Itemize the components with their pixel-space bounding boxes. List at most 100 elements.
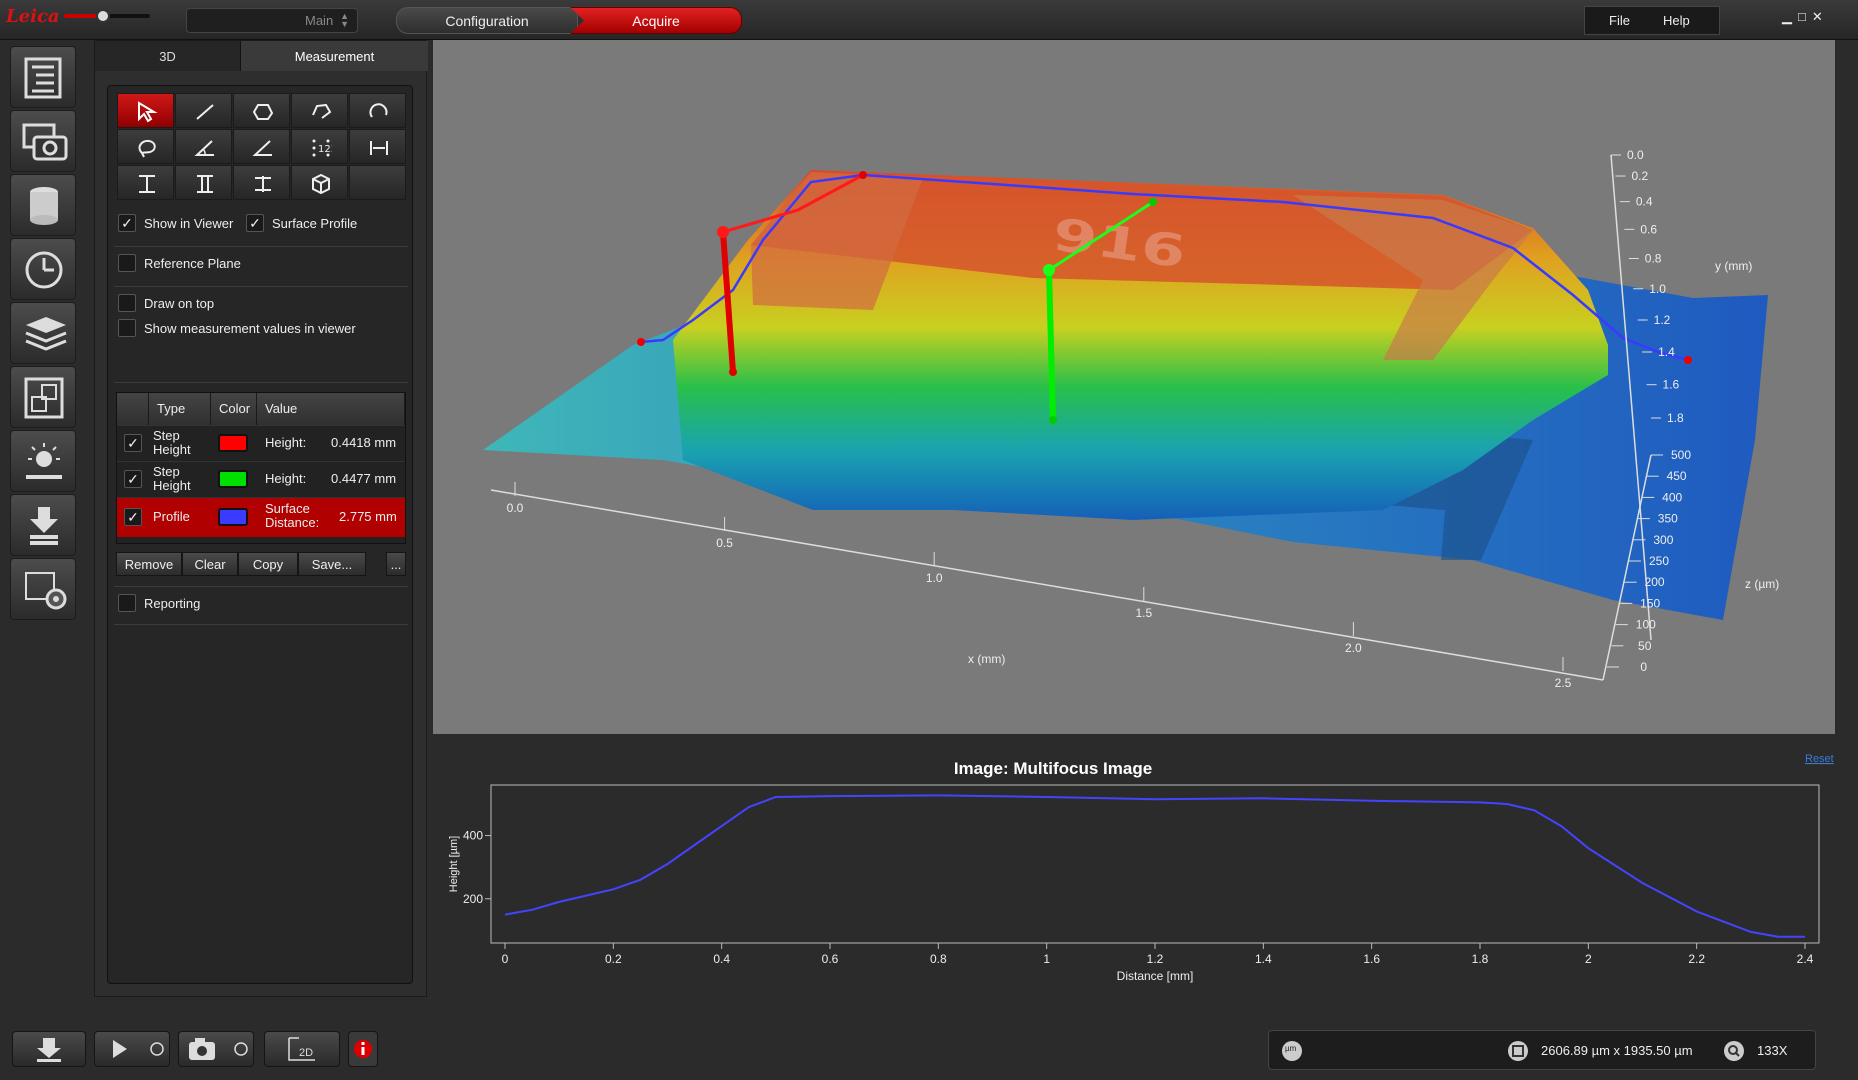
3d-viewer[interactable]: 916 0.0 0.5 1.0 1.5 2.0 2.5 0.0 0.2 0.4 0.6 0.8 1.… <box>433 40 1835 734</box>
table-header-type[interactable]: Type <box>149 393 211 425</box>
play-icon <box>113 1040 164 1058</box>
row-checkbox[interactable]: ✓ <box>124 470 142 488</box>
tool-line[interactable] <box>175 93 232 128</box>
workflow-configuration-button[interactable]: Configuration <box>396 7 578 34</box>
live-button[interactable] <box>94 1031 170 1067</box>
tool-angle-2[interactable] <box>233 129 290 164</box>
chart-x-tick-label: 1.8 <box>1472 952 1489 966</box>
tool-step-height-3[interactable] <box>233 165 290 200</box>
chart-x-tick-label: 0.2 <box>605 952 622 966</box>
snapshot-button[interactable] <box>178 1031 254 1067</box>
more-button[interactable]: ... <box>386 552 406 576</box>
show-values-checkbox[interactable] <box>118 319 136 337</box>
leica-logo: Leica <box>6 6 60 27</box>
tool-arc[interactable] <box>349 93 406 128</box>
rail-button-settings[interactable] <box>10 558 76 620</box>
divider <box>114 624 408 625</box>
remove-button[interactable]: Remove <box>116 552 182 576</box>
tool-point-count[interactable]: 123 <box>291 129 348 164</box>
draw-on-top-label: Draw on top <box>144 296 215 311</box>
tool-step-height[interactable] <box>117 165 174 200</box>
zoom-level: 133X <box>1757 1043 1788 1058</box>
step-height-red-point[interactable] <box>717 226 729 238</box>
tab-3d[interactable]: 3D <box>95 41 241 71</box>
step-height-green-point[interactable] <box>1043 264 1055 276</box>
tool-select[interactable] <box>117 93 174 128</box>
chart-x-tick-label: 0.4 <box>713 952 730 966</box>
draw-on-top-checkbox[interactable] <box>118 294 136 312</box>
step-height-green-point[interactable] <box>1049 416 1057 424</box>
rail-button-download[interactable] <box>10 494 76 556</box>
row-checkbox[interactable]: ✓ <box>124 508 142 526</box>
surface-profile-checkbox[interactable]: ✓ <box>246 214 264 232</box>
profile-endpoint[interactable] <box>1684 356 1692 364</box>
row-value: 0.4477 mm <box>331 471 397 486</box>
row-value-label: Surface Distance: <box>265 501 320 530</box>
chart-x-tick-label: 0 <box>502 952 509 966</box>
view-2d-button[interactable]: 2D <box>264 1031 340 1067</box>
table-header-color[interactable]: Color <box>211 393 257 425</box>
rail-button-cylinder[interactable] <box>10 174 76 236</box>
step-height3-icon <box>255 176 271 192</box>
table-row[interactable]: ✓ Step Height Height: 0.4477 mm <box>117 461 405 497</box>
row-color-swatch[interactable] <box>218 434 248 452</box>
rail-button-camera[interactable] <box>10 110 76 172</box>
chart-x-tick-label: 1.6 <box>1363 952 1380 966</box>
tool-polygon[interactable] <box>233 93 290 128</box>
row-color-swatch[interactable] <box>218 508 248 526</box>
clear-button[interactable]: Clear <box>182 552 238 576</box>
step-height-green-point[interactable] <box>1149 198 1157 206</box>
brightness-slider-knob[interactable] <box>96 9 110 23</box>
row-checkbox[interactable]: ✓ <box>124 434 142 452</box>
rail-button-light[interactable] <box>10 430 76 492</box>
z-tick-label: 300 <box>1653 533 1673 547</box>
workflow-acquire-button[interactable]: Acquire <box>570 7 742 34</box>
reference-plane-checkbox[interactable] <box>118 254 136 272</box>
chart-reset-link[interactable]: Reset <box>1805 753 1834 765</box>
profile-endpoint[interactable] <box>637 338 645 346</box>
tool-polyline[interactable] <box>291 93 348 128</box>
tab-measurement[interactable]: Measurement <box>241 41 428 71</box>
download-icon <box>30 507 58 545</box>
profile-chart[interactable]: Image: Multifocus Image Reset 0 0.2 0.4 0.6… <box>433 740 1835 990</box>
chart-plot-area <box>490 784 1820 944</box>
table-row-selected[interactable]: ✓ Profile Surface Distance: 2.775 mm <box>117 497 405 537</box>
table-header-value[interactable]: Value <box>257 393 405 425</box>
rail-button-time[interactable] <box>10 238 76 300</box>
maximize-icon[interactable]: □ <box>1798 9 1812 24</box>
x-axis-label: x (mm) <box>968 652 1005 666</box>
menu-file[interactable]: File <box>1609 13 1630 28</box>
copy-button[interactable]: Copy <box>238 552 298 576</box>
tool-angle[interactable] <box>175 129 232 164</box>
reference-plane-label: Reference Plane <box>144 256 241 271</box>
rail-button-layers[interactable] <box>10 302 76 364</box>
reporting-checkbox[interactable] <box>118 594 136 612</box>
rail-button-tree[interactable] <box>10 46 76 108</box>
row-value-label: Height: <box>265 471 307 486</box>
table-row[interactable]: ✓ Step Height Height: 0.4418 mm <box>117 425 405 461</box>
workspace-select-value: Main <box>305 13 334 28</box>
divider <box>114 382 408 383</box>
workspace-select[interactable]: Main ▲ ▼ <box>186 8 358 33</box>
stitch-icon <box>24 377 64 419</box>
menu-help[interactable]: Help <box>1663 13 1690 28</box>
step-height-red-point[interactable] <box>729 368 737 376</box>
tool-step-height-2[interactable] <box>175 165 232 200</box>
rail-button-stitch[interactable] <box>10 366 76 428</box>
divider <box>114 586 408 587</box>
show-in-viewer-checkbox[interactable]: ✓ <box>118 214 136 232</box>
minimize-icon[interactable]: ▁ <box>1782 9 1798 24</box>
row-color-swatch[interactable] <box>218 470 248 488</box>
step-height-green-vertical[interactable] <box>1046 269 1056 421</box>
close-icon[interactable]: ✕ <box>1812 9 1829 24</box>
tool-volume[interactable] <box>291 165 348 200</box>
3d-surface-render[interactable]: 916 0.00.51.01.52.02.5 0.00.20.40.60.81.… <box>433 40 1835 734</box>
step-height-red-point[interactable] <box>859 171 867 179</box>
line-icon <box>196 104 214 120</box>
tool-lasso[interactable] <box>117 129 174 164</box>
info-button[interactable] <box>348 1031 378 1067</box>
acquire-button[interactable] <box>12 1031 86 1067</box>
save-button[interactable]: Save... <box>298 552 366 576</box>
step-height2-icon <box>197 175 213 193</box>
tool-distance[interactable] <box>349 129 406 164</box>
